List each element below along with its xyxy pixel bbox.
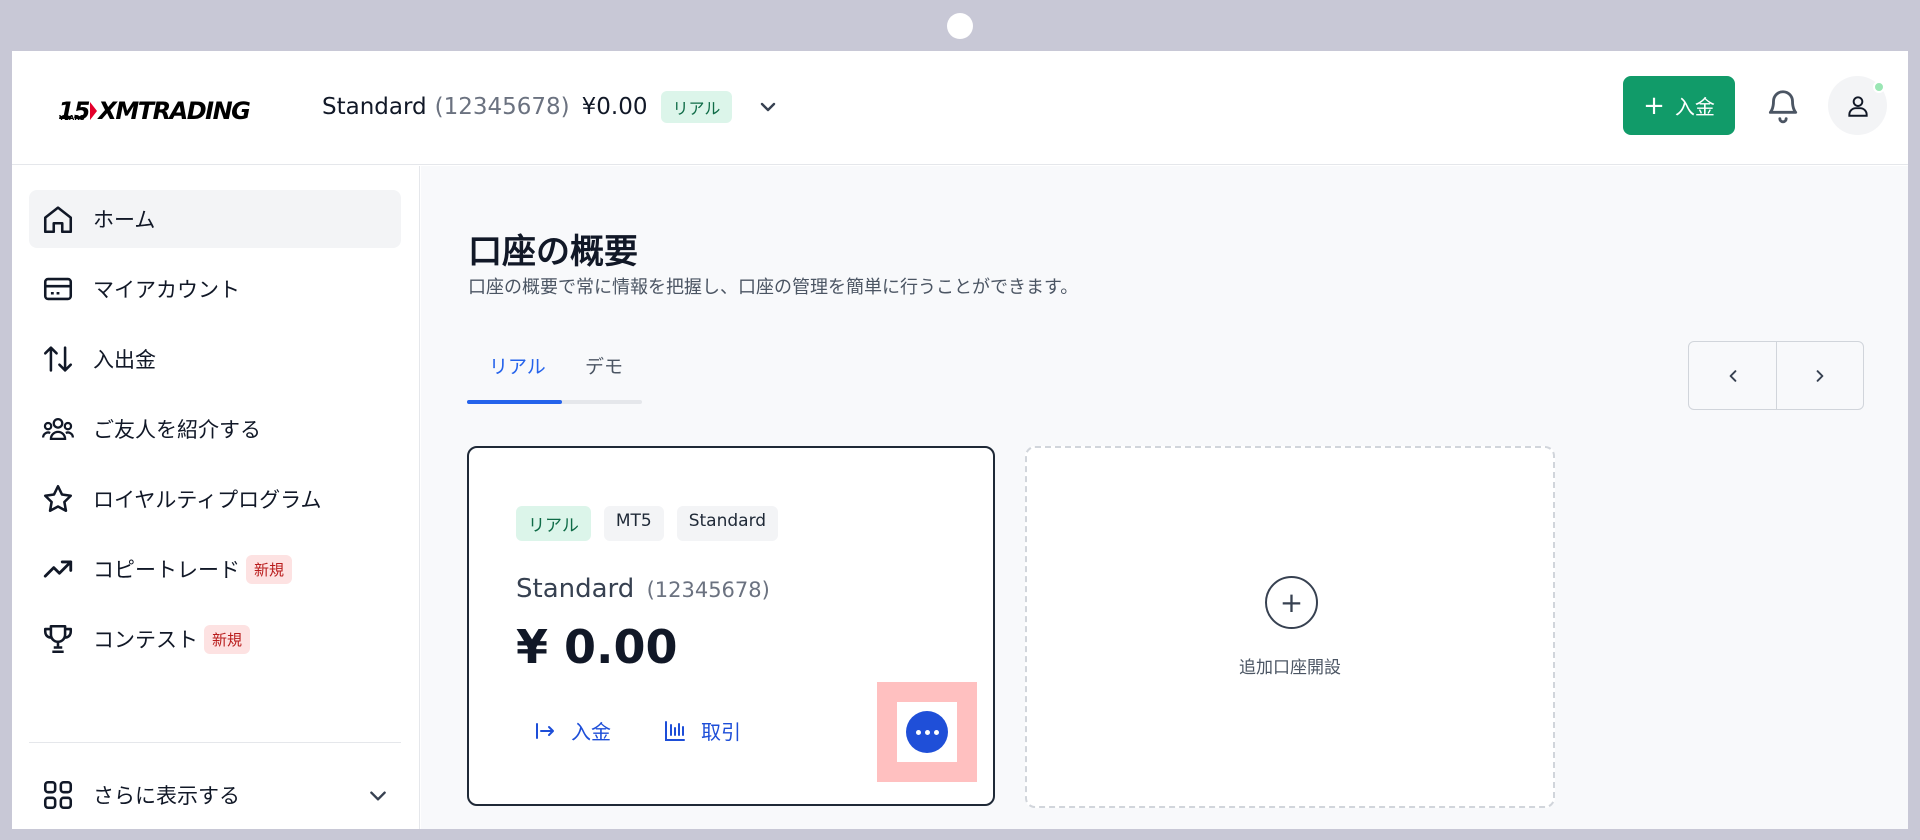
card-deposit-label: 入金 xyxy=(571,720,611,744)
account-name: Standard xyxy=(322,94,427,120)
carousel-pager xyxy=(1688,341,1864,410)
sidebar-item-label: ロイヤルティプログラム xyxy=(93,488,322,512)
sidebar-item-label: マイアカウント xyxy=(93,278,240,302)
app-window: 15 YEARS XMTRADING Standard (12345678) ¥… xyxy=(12,51,1908,829)
grid-icon xyxy=(43,780,73,810)
carousel-prev-button[interactable] xyxy=(1689,342,1776,409)
arrows-updown-icon xyxy=(43,346,73,372)
card-deposit-button[interactable]: 入金 xyxy=(533,716,611,745)
users-icon xyxy=(41,417,75,441)
sidebar-item-refer-friends[interactable]: ご友人を紹介する xyxy=(29,400,401,458)
sidebar-item-loyalty[interactable]: ロイヤルティプログラム xyxy=(29,470,401,528)
account-balance: ¥0.00 xyxy=(581,94,648,120)
plus-icon: + xyxy=(1265,576,1318,629)
sidebar-item-label: 入出金 xyxy=(93,348,156,372)
plus-icon: + xyxy=(1643,90,1665,121)
trophy-icon xyxy=(43,624,73,654)
more-horizontal-icon[interactable] xyxy=(906,711,948,753)
chip-real: リアル xyxy=(516,506,591,541)
page-subtitle: 口座の概要で常に情報を把握し、口座の管理を簡単に行うことができます。 xyxy=(468,277,1079,298)
dot xyxy=(915,729,921,735)
top-header: 15 YEARS XMTRADING Standard (12345678) ¥… xyxy=(12,51,1908,165)
sidebar-item-deposit-withdraw[interactable]: 入出金 xyxy=(29,330,401,388)
trend-up-icon xyxy=(43,560,73,578)
chevron-down-icon xyxy=(370,791,386,801)
sidebar-item-copy-trade[interactable]: コピートレード 新規 xyxy=(29,540,401,598)
account-type-tabs: リアル デモ xyxy=(467,334,642,404)
sidebar-show-more[interactable]: さらに表示する xyxy=(29,766,401,824)
account-number: (12345678) xyxy=(434,94,570,120)
more-button-frame xyxy=(897,702,957,762)
account-type-badge: リアル xyxy=(660,91,733,123)
online-status-dot xyxy=(1873,81,1885,93)
chevron-down-icon[interactable] xyxy=(758,97,778,117)
card-trade-button[interactable]: 取引 xyxy=(663,716,741,745)
account-chips: リアル MT5 Standard xyxy=(516,506,779,541)
sidebar-item-label: ホーム xyxy=(93,208,156,232)
carousel-next-button[interactable] xyxy=(1776,342,1863,409)
new-badge: 新規 xyxy=(204,624,251,654)
logo-slash-icon xyxy=(90,102,98,120)
chip-platform: MT5 xyxy=(603,506,664,541)
add-account-card[interactable]: + 追加口座開設 xyxy=(1025,446,1555,808)
logo-years: 15 YEARS xyxy=(58,99,90,123)
logo-years-sub: YEARS xyxy=(59,114,85,122)
card-icon xyxy=(43,277,73,301)
star-icon xyxy=(43,484,73,513)
xm-logo[interactable]: 15 YEARS XMTRADING xyxy=(58,91,251,125)
sidebar-item-label: さらに表示する xyxy=(93,784,240,808)
tab-real[interactable]: リアル xyxy=(489,352,546,379)
tab-demo[interactable]: デモ xyxy=(585,352,623,379)
user-icon xyxy=(1847,95,1868,117)
account-card[interactable]: リアル MT5 Standard Standard (12345678) ¥ 0… xyxy=(467,446,995,806)
account-card-balance: ¥ 0.00 xyxy=(516,620,678,674)
add-account-label: 追加口座開設 xyxy=(1239,658,1341,678)
chip-account-type: Standard xyxy=(676,506,779,541)
deposit-button[interactable]: + 入金 xyxy=(1623,76,1735,135)
sidebar-item-label: コンテスト xyxy=(93,628,198,652)
bell-icon[interactable] xyxy=(1764,87,1802,125)
main-content: 口座の概要 口座の概要で常に情報を把握し、口座の管理を簡単に行うことができます。… xyxy=(421,166,1908,829)
dot xyxy=(924,729,930,735)
chevron-left-icon xyxy=(1729,369,1736,382)
dot xyxy=(933,729,939,735)
tab-active-indicator xyxy=(467,400,562,404)
login-arrow-icon xyxy=(536,722,554,739)
chevron-right-icon xyxy=(1816,369,1824,382)
sidebar: ホーム マイアカウント 入出金 ご友人を紹介する ロイヤルティプログラム コピー… xyxy=(12,166,420,829)
more-button-highlight xyxy=(877,682,977,782)
account-card-type: Standard xyxy=(516,574,635,604)
card-trade-label: 取引 xyxy=(701,720,741,744)
logo-brand: XMTRADING xyxy=(98,97,250,125)
sidebar-item-label: コピートレード xyxy=(93,558,240,582)
account-selector[interactable]: Standard (12345678) ¥0.00 リアル xyxy=(322,89,778,125)
device-camera xyxy=(947,13,973,39)
account-card-name: Standard (12345678) xyxy=(516,574,770,604)
page-title: 口座の概要 xyxy=(468,232,638,272)
sidebar-item-my-account[interactable]: マイアカウント xyxy=(29,260,401,318)
sidebar-item-home[interactable]: ホーム xyxy=(29,190,401,248)
deposit-button-label: 入金 xyxy=(1674,95,1715,119)
sidebar-item-label: ご友人を紹介する xyxy=(93,418,261,442)
new-badge: 新規 xyxy=(246,554,293,584)
account-card-number: (12345678) xyxy=(646,578,770,602)
sidebar-divider xyxy=(29,742,401,743)
candlestick-icon xyxy=(665,720,685,741)
home-icon xyxy=(43,206,73,234)
sidebar-item-contest[interactable]: コンテスト 新規 xyxy=(29,610,401,668)
user-avatar-button[interactable] xyxy=(1828,76,1887,135)
